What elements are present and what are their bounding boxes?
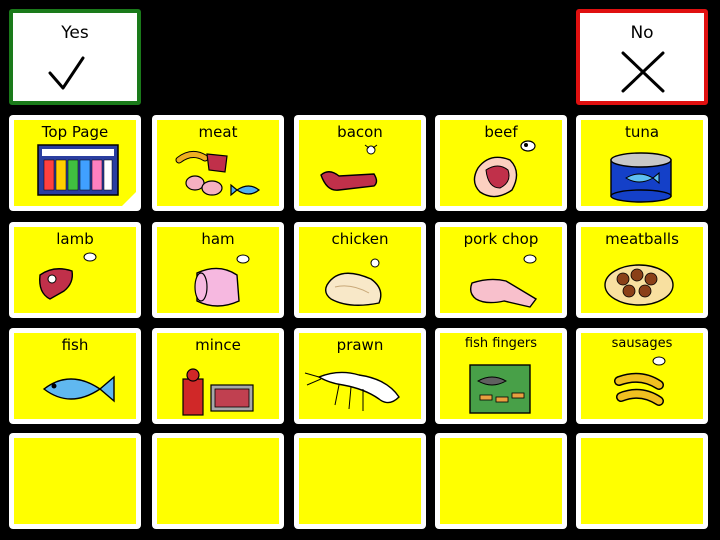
cell-chicken[interactable]: chicken [294, 222, 426, 318]
cell-ham[interactable]: ham [152, 222, 284, 318]
yes-button[interactable]: Yes [9, 9, 141, 105]
cell-top-page[interactable]: Top Page [9, 115, 141, 211]
chicken-breast-icon [324, 258, 382, 306]
cell-empty[interactable] [576, 433, 708, 529]
lamb-chop-icon [39, 252, 97, 300]
cell-meat[interactable]: meat [152, 115, 284, 211]
meat-icon [175, 151, 260, 197]
cell-empty[interactable] [435, 433, 567, 529]
cell-pork-chop[interactable]: pork chop [435, 222, 567, 318]
cross-icon [621, 51, 665, 93]
cell-tuna[interactable]: tuna [576, 115, 708, 211]
cell-empty[interactable] [294, 433, 426, 529]
pork-chop-icon [469, 254, 538, 308]
cell-mince[interactable]: mince [152, 328, 284, 424]
cell-bacon[interactable]: bacon [294, 115, 426, 211]
cell-prawn[interactable]: prawn [294, 328, 426, 424]
fish-fingers-box-icon [469, 364, 531, 414]
bacon-icon [320, 144, 378, 191]
fish-icon [42, 375, 115, 403]
board-icon [37, 144, 119, 196]
no-button[interactable]: No [576, 9, 708, 105]
cell-empty[interactable] [9, 433, 141, 529]
beef-icon [473, 140, 536, 198]
cell-fish-fingers[interactable]: fish fingers [435, 328, 567, 424]
meatballs-icon [604, 264, 674, 306]
cell-meatballs[interactable]: meatballs [576, 222, 708, 318]
prawn-icon [304, 371, 400, 411]
ham-icon [194, 254, 250, 307]
cell-fish[interactable]: fish [9, 328, 141, 424]
cell-sausages[interactable]: sausages [576, 328, 708, 424]
cell-empty[interactable] [152, 433, 284, 529]
page-fold [122, 192, 136, 206]
sausages-icon [614, 356, 666, 406]
cell-lamb[interactable]: lamb [9, 222, 141, 318]
tuna-can-icon [610, 152, 672, 203]
cell-beef[interactable]: beef [435, 115, 567, 211]
checkmark-icon [48, 56, 85, 90]
mincer-icon [182, 368, 254, 416]
